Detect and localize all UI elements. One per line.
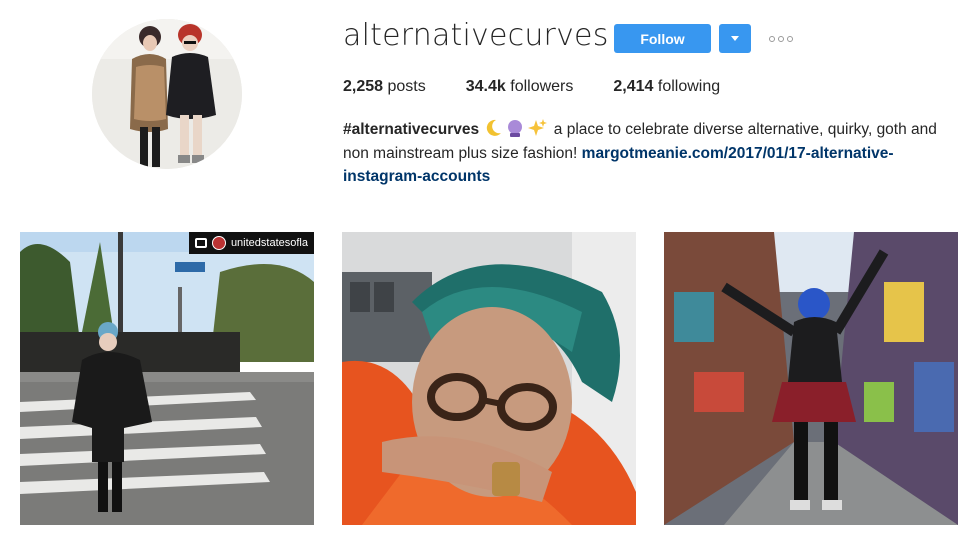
posts-label: posts [387, 78, 426, 95]
repost-badge: unitedstatesofla [188, 232, 314, 254]
following-count: 2,414 [613, 78, 654, 95]
post-thumbnail-3[interactable] [664, 232, 958, 525]
following-stat[interactable]: 2,414 following [613, 78, 720, 96]
follow-button[interactable]: Follow [614, 24, 711, 53]
profile-bio: #alternativecurves a place to celebrate … [343, 118, 963, 189]
crescent-moon-icon [487, 119, 502, 136]
profile-avatar[interactable] [92, 19, 242, 169]
repost-username: unitedstatesofla [230, 237, 308, 249]
more-options-icon[interactable] [767, 31, 795, 47]
crystal-ball-icon [508, 120, 523, 137]
post-image-alley [664, 232, 958, 525]
sparkles-icon [528, 119, 548, 136]
repost-icon [194, 238, 207, 248]
bio-hashtag[interactable]: #alternativecurves [343, 121, 479, 138]
posts-count: 2,258 [343, 78, 384, 95]
profile-stats: 2,258 posts 34.4k followers 2,414 follow… [343, 78, 760, 96]
posts-stat: 2,258 posts [343, 78, 426, 96]
followers-count: 34.4k [465, 78, 506, 95]
chevron-down-icon [731, 36, 739, 41]
suggestions-dropdown-button[interactable] [719, 24, 751, 53]
repost-avatar [211, 236, 226, 250]
followers-stat[interactable]: 34.4k followers [466, 78, 574, 96]
following-label: following [657, 78, 721, 95]
post-thumbnail-2[interactable] [342, 232, 636, 525]
followers-label: followers [510, 78, 574, 95]
post-thumbnail-1[interactable]: unitedstatesofla [20, 232, 314, 525]
profile-username: alternativecurves [343, 18, 609, 53]
post-image-portrait [342, 232, 636, 525]
post-image-street [20, 232, 314, 525]
